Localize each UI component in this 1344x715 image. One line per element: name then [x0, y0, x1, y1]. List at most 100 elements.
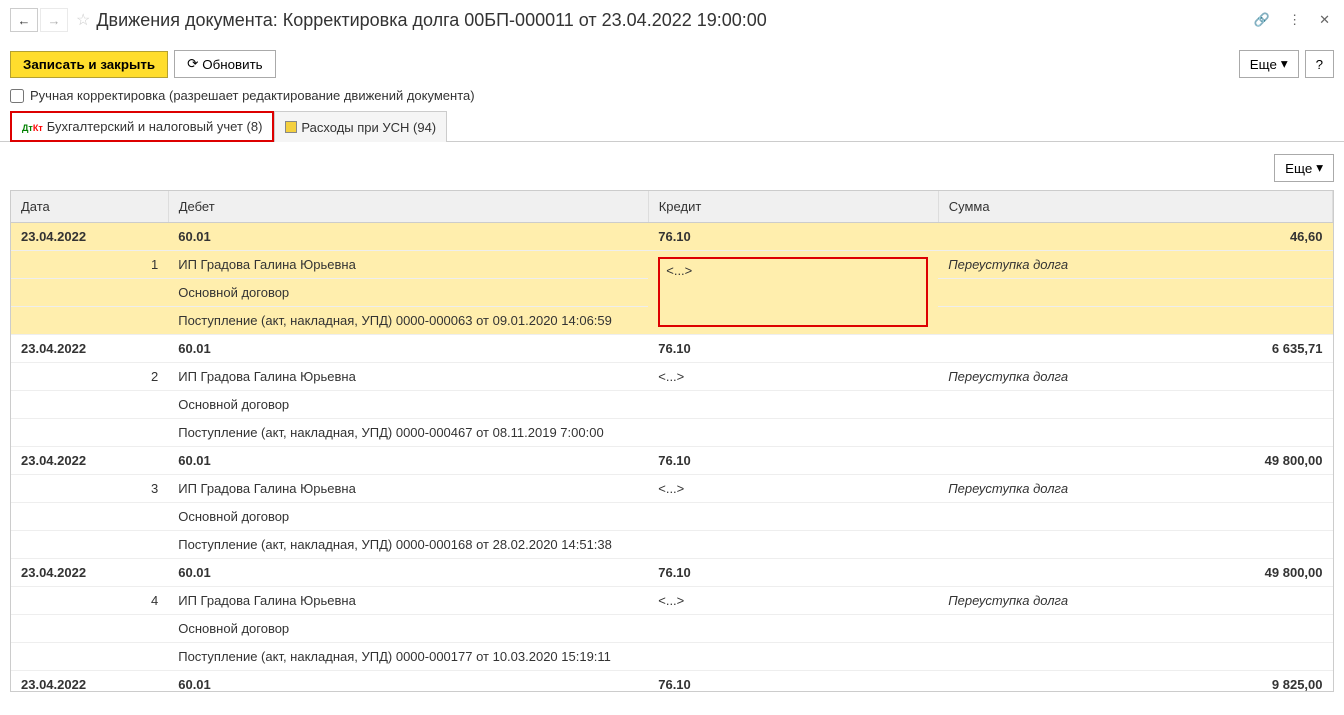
inner-more-button[interactable]: Еще ▾ [1274, 154, 1334, 182]
table-row[interactable]: Основной договор [11, 503, 1333, 531]
entry-desc: Переуступка долга [938, 363, 1332, 391]
entries-table-wrap: Дата Дебет Кредит Сумма 23.04.2022 60.01… [10, 190, 1334, 692]
save-close-button[interactable]: Записать и закрыть [10, 51, 168, 78]
table-row[interactable]: Поступление (акт, накладная, УПД) 0000-0… [11, 643, 1333, 671]
entry-credit-sub1: <...> [648, 363, 938, 391]
entry-date: 23.04.2022 [11, 335, 168, 363]
table-row[interactable]: 4 ИП Градова Галина Юрьевна <...> Переус… [11, 587, 1333, 615]
table-row[interactable]: Основной договор [11, 391, 1333, 419]
empty-cell [11, 475, 141, 503]
entry-debit-acc: 60.01 [168, 335, 648, 363]
help-button[interactable]: ? [1305, 50, 1334, 78]
entries-scroll[interactable]: Дата Дебет Кредит Сумма 23.04.2022 60.01… [11, 191, 1333, 691]
empty-cell [11, 503, 168, 531]
empty-cell [648, 503, 938, 531]
col-debit-header[interactable]: Дебет [168, 191, 648, 223]
empty-cell [648, 419, 938, 447]
refresh-button[interactable]: ⟳ Обновить [174, 50, 276, 78]
entry-num: 1 [141, 251, 168, 279]
entry-debit-sub2: Основной договор [168, 391, 648, 419]
empty-cell [938, 503, 1332, 531]
inner-more-label: Еще [1285, 161, 1312, 176]
close-icon[interactable]: ✕ [1315, 10, 1334, 30]
entry-credit-acc: 76.10 [648, 335, 938, 363]
refresh-label: Обновить [202, 57, 262, 72]
manual-correction-checkbox[interactable] [10, 89, 24, 103]
window-header: ← → ☆ Движения документа: Корректировка … [0, 0, 1344, 40]
link-icon[interactable]: 🔗 [1250, 10, 1274, 30]
arrow-right-icon: → [48, 13, 61, 28]
chevron-down-icon: ▾ [1316, 160, 1323, 176]
manual-correction-label: Ручная корректировка (разрешает редактир… [30, 88, 475, 103]
entry-credit-acc: 76.10 [648, 223, 938, 251]
menu-dots-icon[interactable]: ⋮ [1284, 10, 1305, 30]
empty-cell [938, 279, 1332, 307]
table-row[interactable]: 23.04.2022 60.01 76.10 46,60 [11, 223, 1333, 251]
entry-debit-sub2: Основной договор [168, 279, 648, 307]
table-row[interactable]: 23.04.2022 60.01 76.10 6 635,71 [11, 335, 1333, 363]
empty-cell [938, 615, 1332, 643]
entry-num: 2 [141, 363, 168, 391]
col-credit-header[interactable]: Кредит [648, 191, 938, 223]
empty-cell [11, 531, 168, 559]
entry-num: 3 [141, 475, 168, 503]
dt-kt-icon: ДтКт [22, 119, 43, 134]
empty-cell [648, 391, 938, 419]
tab-expenses-usn[interactable]: Расходы при УСН (94) [274, 111, 447, 142]
table-row[interactable]: Основной договор [11, 615, 1333, 643]
entry-debit-sub1: ИП Градова Галина Юрьевна [168, 363, 648, 391]
empty-cell [648, 643, 938, 671]
entry-debit-acc: 60.01 [168, 671, 648, 692]
empty-cell [11, 279, 168, 307]
arrow-left-icon: ← [18, 13, 31, 28]
more-button[interactable]: Еще ▾ [1239, 50, 1299, 78]
col-sum-header[interactable]: Сумма [938, 191, 1332, 223]
table-row[interactable]: 1 ИП Градова Галина Юрьевна <...> Переус… [11, 251, 1333, 279]
empty-cell [11, 643, 168, 671]
entry-desc: Переуступка долга [938, 475, 1332, 503]
entry-debit-sub3: Поступление (акт, накладная, УПД) 0000-0… [168, 419, 648, 447]
empty-cell [11, 391, 168, 419]
nav-forward-button[interactable]: → [40, 8, 68, 32]
entry-credit-acc: 76.10 [648, 447, 938, 475]
entry-debit-sub2: Основной договор [168, 503, 648, 531]
table-row[interactable]: 2 ИП Градова Галина Юрьевна <...> Переус… [11, 363, 1333, 391]
table-icon [285, 121, 297, 133]
main-toolbar: Записать и закрыть ⟳ Обновить Еще ▾ ? [0, 40, 1344, 88]
table-row[interactable]: 3 ИП Градова Галина Юрьевна <...> Переус… [11, 475, 1333, 503]
entry-desc: Переуступка долга [938, 251, 1332, 279]
entry-sum: 46,60 [938, 223, 1332, 251]
tab-expenses-label: Расходы при УСН (94) [301, 120, 436, 135]
favorite-star-icon[interactable]: ☆ [76, 10, 90, 30]
tab-accounting-label: Бухгалтерский и налоговый учет (8) [47, 119, 263, 134]
empty-cell [11, 587, 141, 615]
empty-cell [938, 643, 1332, 671]
chevron-down-icon: ▾ [1281, 56, 1288, 72]
empty-cell [11, 615, 168, 643]
tab-accounting[interactable]: ДтКт Бухгалтерский и налоговый учет (8) [10, 111, 274, 142]
entry-debit-sub3: Поступление (акт, накладная, УПД) 0000-0… [168, 531, 648, 559]
table-row[interactable]: 23.04.2022 60.01 76.10 49 800,00 [11, 447, 1333, 475]
entry-credit-sub1: <...> [648, 251, 938, 335]
refresh-icon: ⟳ [187, 56, 198, 72]
entry-debit-sub1: ИП Градова Галина Юрьевна [168, 251, 648, 279]
entry-date: 23.04.2022 [11, 671, 168, 692]
entry-debit-acc: 60.01 [168, 223, 648, 251]
entry-credit-acc: 76.10 [648, 559, 938, 587]
table-row[interactable]: 23.04.2022 60.01 76.10 9 825,00 [11, 671, 1333, 692]
col-date-header[interactable]: Дата [11, 191, 168, 223]
table-row[interactable]: 23.04.2022 60.01 76.10 49 800,00 [11, 559, 1333, 587]
entry-sum: 9 825,00 [938, 671, 1332, 692]
table-row[interactable]: Поступление (акт, накладная, УПД) 0000-0… [11, 419, 1333, 447]
entry-debit-sub1: ИП Градова Галина Юрьевна [168, 587, 648, 615]
table-row[interactable]: Поступление (акт, накладная, УПД) 0000-0… [11, 531, 1333, 559]
entry-sum: 49 800,00 [938, 447, 1332, 475]
entry-date: 23.04.2022 [11, 447, 168, 475]
entry-sum: 6 635,71 [938, 335, 1332, 363]
empty-cell [11, 419, 168, 447]
empty-cell [11, 251, 141, 279]
entry-sum: 49 800,00 [938, 559, 1332, 587]
nav-back-button[interactable]: ← [10, 8, 38, 32]
empty-cell [938, 419, 1332, 447]
entry-debit-sub3: Поступление (акт, накладная, УПД) 0000-0… [168, 643, 648, 671]
